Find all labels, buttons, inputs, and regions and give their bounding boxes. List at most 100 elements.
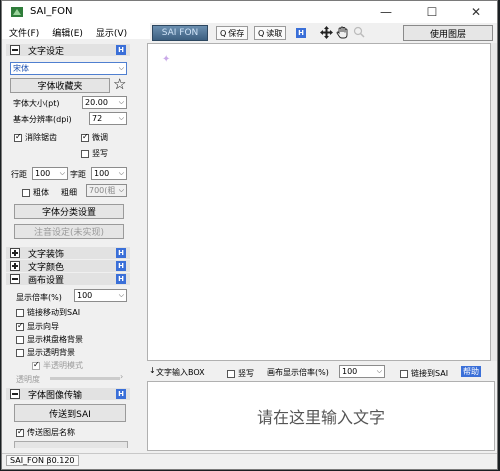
char-spacing-select[interactable]: 100 ⌵ xyxy=(91,167,127,180)
checkbox-label: 半透明模式 xyxy=(43,361,83,370)
menu-view[interactable]: 显示(V) xyxy=(89,23,133,39)
use-layer-button[interactable]: 使用图层 xyxy=(403,25,493,41)
resolution-value: 72 xyxy=(92,114,103,123)
help-badge[interactable]: H xyxy=(116,45,126,55)
chevron-down-icon: ⌵ xyxy=(118,186,124,194)
font-size-select[interactable]: 20.00 ⌵ xyxy=(82,96,127,109)
font-select[interactable]: 宋体 ⌵ xyxy=(10,62,127,75)
semi-transparent-checkbox[interactable]: 半透明模式 xyxy=(32,360,83,371)
transparency-slider[interactable] xyxy=(50,377,120,380)
expand-icon[interactable] xyxy=(10,261,20,271)
title-bar: SAI_FON — ☐ ✕ xyxy=(2,1,497,23)
hand-tool-icon[interactable] xyxy=(336,26,349,39)
checkbox-label: 显示向导 xyxy=(27,322,59,331)
partial-button[interactable] xyxy=(14,441,128,448)
minimize-button[interactable]: — xyxy=(364,1,408,23)
chevron-down-icon: ⌵ xyxy=(376,367,382,375)
vertical-checkbox[interactable]: 竖写 xyxy=(81,148,108,159)
collapse-icon[interactable] xyxy=(10,45,20,55)
help-badge[interactable]: H xyxy=(116,261,126,271)
star-icon[interactable]: ☆ xyxy=(113,75,126,93)
font-collection-button[interactable]: 字体收藏夹 xyxy=(10,78,110,93)
section-text-decoration[interactable]: 文字装饰 H xyxy=(6,247,130,260)
send-to-sai-button[interactable]: 传送到SAI xyxy=(14,404,126,422)
checkbox-box[interactable] xyxy=(16,321,24,331)
link-to-sai-checkbox[interactable]: 链接到SAI xyxy=(400,368,448,379)
save-icon: Q xyxy=(220,28,227,38)
checkbox-box[interactable] xyxy=(14,132,22,142)
fine-tune-checkbox[interactable]: 微调 xyxy=(81,132,108,143)
help-button[interactable]: 帮助 xyxy=(461,366,481,377)
weight-select[interactable]: 700(粗 ⌵ xyxy=(86,184,127,197)
close-button[interactable]: ✕ xyxy=(454,1,497,23)
checkbox-box[interactable] xyxy=(32,360,40,370)
checkbox-box[interactable] xyxy=(16,348,24,357)
link-move-checkbox[interactable]: 链接移动到SAI xyxy=(16,307,80,318)
char-spacing-label: 字距 xyxy=(70,170,86,179)
text-input-area[interactable]: 请在这里输入文字 xyxy=(147,381,495,451)
input-vertical-checkbox[interactable]: 竖写 xyxy=(227,368,254,379)
left-panel: 文字设定 H 宋体 ⌵ 字体收藏夹 ☆ 字体大小(pt) 20.00 ⌵ 基本分… xyxy=(6,41,130,459)
checkbox-box[interactable] xyxy=(22,188,30,197)
save-button[interactable]: Q 保存 xyxy=(216,26,249,40)
status-bar: SAI_FON β0.120 xyxy=(2,453,497,469)
send-layer-name-checkbox[interactable]: 传送图层名称 xyxy=(16,427,75,438)
antialias-checkbox[interactable]: 消除锯齿 xyxy=(14,132,57,143)
checkbox-label: 竖写 xyxy=(92,149,108,158)
panel-divider[interactable] xyxy=(130,41,144,459)
zoom-icon[interactable] xyxy=(353,26,365,38)
drawing-canvas[interactable]: ✦ xyxy=(147,43,491,361)
load-icon: Q xyxy=(258,28,265,38)
checkbox-label: 微调 xyxy=(92,133,108,142)
vertical-scrollbar[interactable] xyxy=(491,43,497,361)
section-title: 画布设置 xyxy=(28,275,65,286)
canvas-zoom-select[interactable]: 100 ⌵ xyxy=(339,365,385,378)
menu-edit[interactable]: 编辑(E) xyxy=(45,23,89,39)
app-window: SAI_FON — ☐ ✕ 文件(F) 编辑(E) 显示(V) SAI FON … xyxy=(1,0,498,470)
checkbox-box[interactable] xyxy=(16,427,24,437)
show-transparent-checkbox[interactable]: 显示透明背景 xyxy=(16,347,75,358)
menu-bar: 文件(F) 编辑(E) 显示(V) xyxy=(2,23,150,39)
note-settings-button[interactable]: 注音设定(未实现) xyxy=(14,224,124,239)
checkbox-label: 传送图层名称 xyxy=(27,428,75,437)
version-label: SAI_FON β0.120 xyxy=(6,455,79,466)
checkbox-label: 链接到SAI xyxy=(411,369,449,378)
maximize-button[interactable]: ☐ xyxy=(410,1,454,23)
chevron-right-icon[interactable]: › xyxy=(120,372,123,381)
app-logo-button[interactable]: SAI FON xyxy=(152,25,208,41)
resolution-select[interactable]: 72 ⌵ xyxy=(89,112,127,125)
expand-icon[interactable] xyxy=(10,248,20,258)
checkbox-box[interactable] xyxy=(16,308,24,317)
section-canvas-settings[interactable]: 画布设置 H xyxy=(6,273,130,286)
checkbox-box[interactable] xyxy=(81,149,89,158)
load-button[interactable]: Q 读取 xyxy=(254,26,287,40)
section-text-settings[interactable]: 文字设定 H xyxy=(6,44,130,57)
input-placeholder: 请在这里输入文字 xyxy=(256,408,385,427)
collapse-icon[interactable] xyxy=(10,274,20,284)
weight-value: 700(粗 xyxy=(89,186,116,195)
menu-file[interactable]: 文件(F) xyxy=(2,23,45,39)
show-checker-checkbox[interactable]: 显示棋盘格背景 xyxy=(16,334,83,345)
help-badge[interactable]: H xyxy=(116,274,126,284)
help-badge[interactable]: H xyxy=(116,248,126,258)
text-input-bar: ↓ 文字输入BOX 竖写 画布显示倍率(%) 100 ⌵ 链接到SAI 帮助 xyxy=(147,365,495,379)
line-spacing-select[interactable]: 100 ⌵ xyxy=(32,167,68,180)
checkbox-box[interactable] xyxy=(400,369,408,378)
zoom-select[interactable]: 100 ⌵ xyxy=(74,289,127,302)
help-badge[interactable]: H xyxy=(116,389,126,399)
checkbox-box[interactable] xyxy=(227,369,235,378)
font-category-button[interactable]: 字体分类设置 xyxy=(14,204,124,219)
help-badge[interactable]: H xyxy=(296,28,306,38)
zoom-label: 显示倍率(%) xyxy=(16,293,62,302)
bold-checkbox[interactable]: 粗体 xyxy=(22,187,49,198)
section-text-color[interactable]: 文字颜色 H xyxy=(6,260,130,273)
weight-label: 粗细 xyxy=(61,188,77,197)
checkbox-box[interactable] xyxy=(16,335,24,344)
font-size-label: 字体大小(pt) xyxy=(13,99,60,108)
section-font-transfer[interactable]: 字体图像传输 H xyxy=(6,388,130,401)
checkbox-box[interactable] xyxy=(81,132,89,142)
show-guide-checkbox[interactable]: 显示向导 xyxy=(16,321,59,332)
section-title: 文字装饰 xyxy=(28,249,65,260)
collapse-icon[interactable] xyxy=(10,389,20,399)
move-tool-icon[interactable] xyxy=(320,26,333,39)
